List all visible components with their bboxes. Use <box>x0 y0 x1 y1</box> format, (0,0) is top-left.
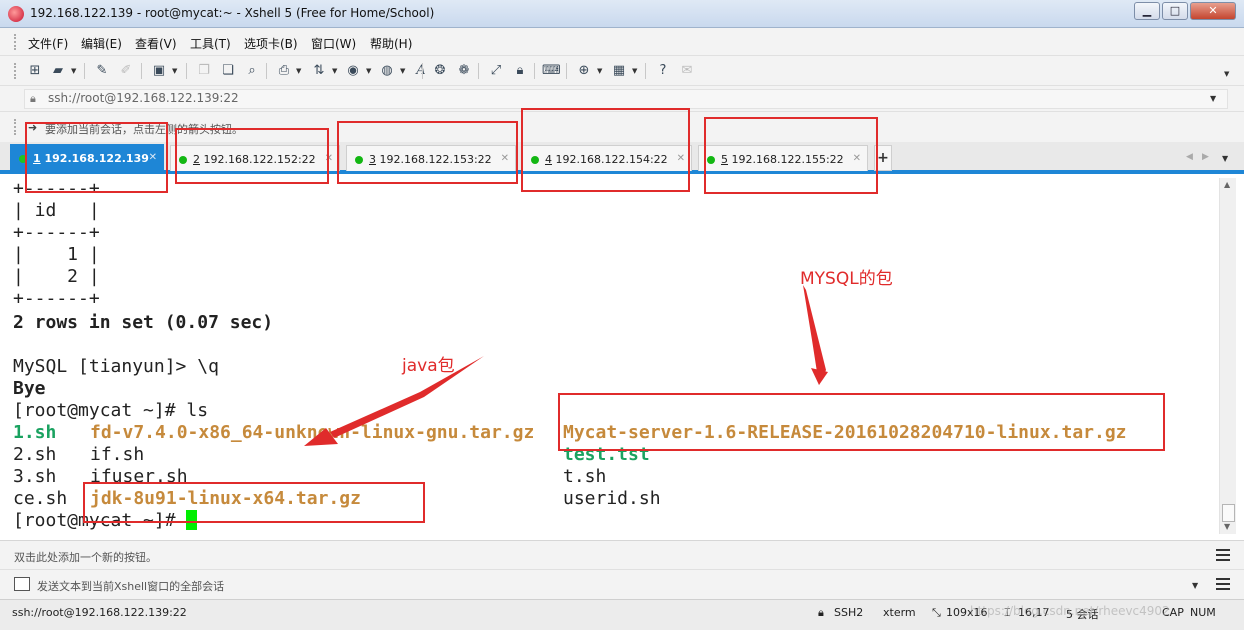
status-protocol: SSH2 <box>834 606 864 619</box>
quickbar-text: 双击此处添加一个新的按钮。 <box>14 551 157 564</box>
compose-text[interactable]: 发送文本到当前Xshell窗口的全部会话 <box>37 578 224 594</box>
status-address: ssh://root@192.168.122.139:22 <box>12 606 187 619</box>
quick-command-bar[interactable]: 双击此处添加一个新的按钮。 <box>0 540 1244 569</box>
status-num: NUM <box>1190 606 1216 619</box>
lock-icon: 🔒︎ <box>818 606 824 619</box>
watermark: https://blog.csdn.net/rheevc4902 <box>970 604 1170 618</box>
resize-icon: ⤡ <box>932 606 941 619</box>
compose-dropdown-icon[interactable]: ▼ <box>1192 581 1198 590</box>
annotation-arrows <box>304 285 828 446</box>
arrow-java <box>330 356 484 438</box>
status-term: xterm <box>883 606 916 619</box>
compose-bar[interactable]: 发送文本到当前Xshell窗口的全部会话 ▼ <box>0 569 1244 599</box>
arrow-java-head <box>304 428 338 446</box>
compose-menu-icon[interactable] <box>1216 578 1230 590</box>
quickbar-menu-icon[interactable] <box>1216 549 1230 561</box>
compose-icon[interactable] <box>14 577 30 591</box>
